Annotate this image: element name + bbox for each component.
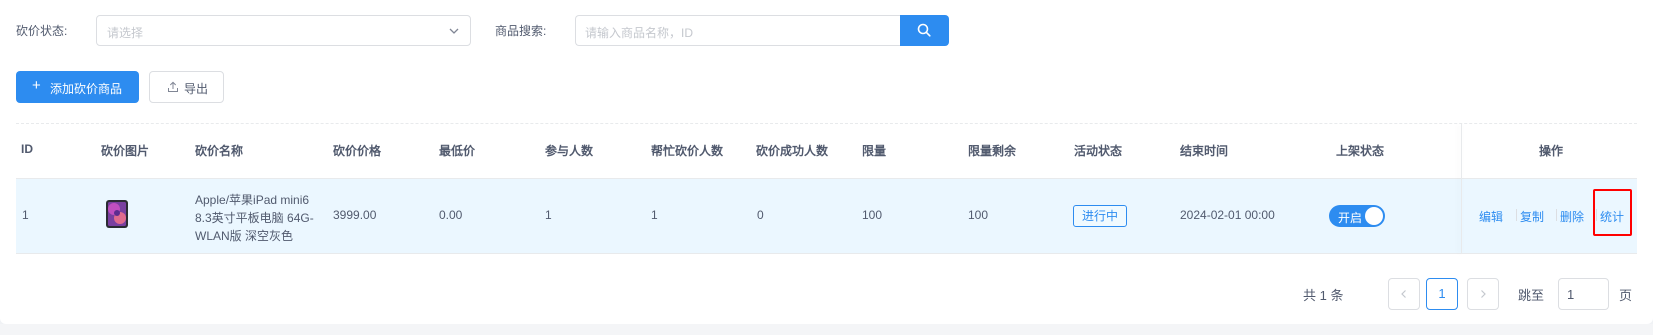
col-header-end-time: 结束时间 (1180, 144, 1229, 158)
col-header-limit-remaining: 限量剩余 (968, 144, 1017, 158)
jump-to-label: 跳至 (1518, 288, 1545, 303)
col-header-success: 砍价成功人数 (756, 144, 829, 158)
cell-price: 3999.00 (333, 208, 377, 222)
cell-id: 1 (22, 208, 29, 222)
shelf-status-toggle[interactable]: 开启 (1329, 205, 1385, 227)
shelf-status-label: 开启 (1338, 211, 1363, 225)
chevron-right-icon (1481, 290, 1486, 298)
action-divider (1556, 209, 1557, 221)
col-header-price: 砍价价格 (333, 144, 382, 158)
table-row: 1 Apple/苹果iPad mini6 8.3英寸平板电脑 64G-WLAN版… (16, 179, 1637, 254)
cell-end-time: 2024-02-01 00:00 (1180, 208, 1275, 222)
action-divider (1516, 209, 1517, 221)
cell-min-price: 0.00 (439, 208, 463, 222)
upload-icon (168, 81, 178, 92)
search-input-placeholder: 请输入商品名称，ID (585, 26, 694, 40)
activity-status-tag: 进行中 (1073, 205, 1128, 227)
col-header-shelf-status: 上架状态 (1336, 144, 1385, 158)
fixed-column-divider (1461, 124, 1462, 254)
chevron-left-icon (1401, 290, 1406, 298)
export-button[interactable]: 导出 (149, 71, 224, 103)
delete-link[interactable]: 删除 (1560, 208, 1584, 225)
col-header-id: ID (21, 142, 33, 156)
table-header: ID 砍价图片 砍价名称 砍价价格 最低价 参与人数 帮忙砍价人数 砍价成功人数… (16, 124, 1637, 179)
page-background-strip (0, 324, 1653, 335)
cell-limit: 100 (862, 208, 883, 222)
export-label: 导出 (184, 82, 209, 96)
col-header-helpers: 帮忙砍价人数 (651, 144, 724, 158)
copy-link[interactable]: 复制 (1520, 208, 1544, 225)
annotation-highlight-box (1593, 189, 1632, 236)
pagination-total: 共 1 条 (1303, 288, 1344, 303)
cell-success: 0 (757, 208, 764, 222)
col-header-actions: 操作 (1539, 144, 1564, 158)
col-header-name: 砍价名称 (195, 144, 244, 158)
content-panel: 砍价状态: 请选择 商品搜索: 请输入商品名称，ID + 添加砍价商品 导出 I… (0, 0, 1653, 324)
cell-participants: 1 (545, 208, 552, 222)
col-header-participants: 参与人数 (545, 144, 594, 158)
col-header-limit: 限量 (862, 144, 887, 158)
page-suffix-label: 页 (1619, 288, 1633, 303)
search-label: 商品搜索: (495, 24, 547, 38)
search-icon (917, 23, 931, 37)
col-header-activity-status: 活动状态 (1074, 144, 1123, 158)
cell-limit-remaining: 100 (968, 208, 989, 222)
col-header-image: 砍价图片 (101, 144, 150, 158)
status-select-placeholder: 请选择 (107, 26, 144, 40)
edit-link[interactable]: 编辑 (1479, 208, 1503, 225)
cell-helpers: 1 (651, 208, 658, 222)
product-thumbnail (106, 200, 128, 228)
plus-icon: + (32, 77, 41, 94)
toggle-knob (1365, 207, 1383, 225)
search-input[interactable]: 请输入商品名称，ID (575, 15, 901, 46)
next-page-button[interactable] (1467, 278, 1499, 310)
bargain-table: ID 砍价图片 砍价名称 砍价价格 最低价 参与人数 帮忙砍价人数 砍价成功人数… (16, 124, 1637, 254)
add-bargain-product-button[interactable]: + 添加砍价商品 (16, 71, 139, 103)
jump-page-input[interactable]: 1 (1558, 278, 1609, 310)
status-select[interactable]: 请选择 (96, 15, 471, 46)
search-button[interactable] (900, 15, 949, 46)
col-header-min-price: 最低价 (439, 144, 476, 158)
cell-product-name: Apple/苹果iPad mini6 8.3英寸平板电脑 64G-WLAN版 深… (195, 193, 314, 243)
status-filter-label: 砍价状态: (16, 24, 68, 38)
jump-page-value: 1 (1567, 287, 1575, 302)
add-bargain-product-label: 添加砍价商品 (50, 82, 123, 96)
page-number-button[interactable]: 1 (1426, 278, 1458, 310)
chevron-down-icon (449, 28, 459, 34)
prev-page-button[interactable] (1388, 278, 1420, 310)
